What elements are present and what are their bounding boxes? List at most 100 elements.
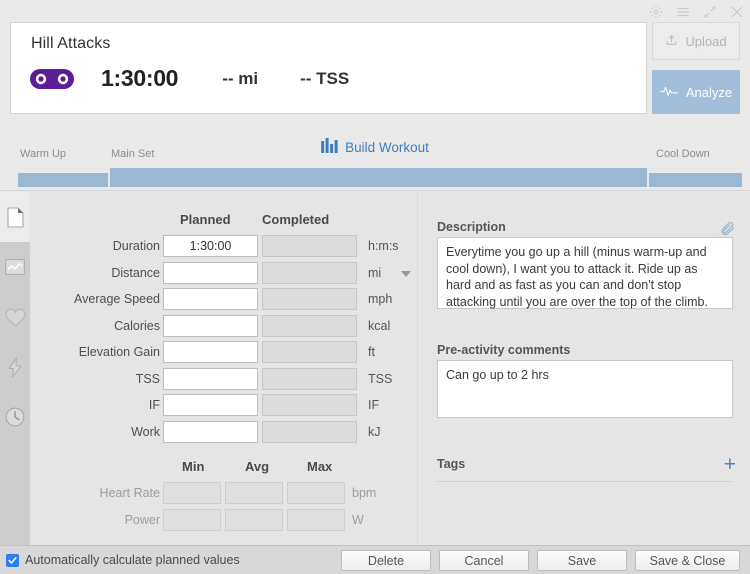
chevron-down-icon[interactable] [401, 270, 411, 277]
build-workout-button[interactable]: Build Workout [321, 138, 429, 156]
metrics-pane: Planned Completed Duration 1:30:00 h:m:s… [30, 192, 418, 545]
pre-activity-comments-textarea[interactable]: Can go up to 2 hrs [437, 360, 733, 418]
workout-stats: 1:30:00 -- mi -- TSS [29, 65, 349, 92]
planned-elevation-gain-input[interactable] [163, 341, 258, 363]
save-button[interactable]: Save [537, 550, 627, 571]
workout-structure-bar: Build Workout Warm Up Main Set Cool Down [0, 127, 750, 191]
workout-detail-window: Hill Attacks 1:30:00 -- mi -- TSS Upload… [0, 0, 750, 574]
autocalc-checkbox[interactable] [6, 554, 19, 567]
table-row: IF IF [30, 394, 418, 421]
segment-label-warmup: Warm Up [20, 148, 67, 160]
workout-summary-card: Hill Attacks 1:30:00 -- mi -- TSS [10, 22, 647, 114]
upload-label: Upload [685, 33, 727, 49]
bike-chain-icon [29, 68, 75, 90]
analyze-label: Analyze [685, 84, 733, 100]
divider [437, 481, 732, 482]
save-close-button[interactable]: Save & Close [635, 550, 740, 571]
description-textarea[interactable]: Everytime you go up a hill (minus warm-u… [437, 237, 733, 309]
metric-label: Calories [114, 318, 160, 333]
workout-header: Hill Attacks 1:30:00 -- mi -- TSS Upload… [10, 22, 740, 114]
metric-unit: kJ [368, 424, 381, 439]
metric-label: Work [131, 424, 160, 439]
build-workout-label: Build Workout [345, 139, 429, 155]
segment-bar-warmup[interactable] [18, 173, 108, 187]
column-header-min: Min [182, 459, 205, 474]
metric-unit: kcal [368, 318, 391, 333]
table-row: Work kJ [30, 420, 418, 448]
heart-rate-min-input[interactable] [163, 482, 221, 504]
metric-unit: h:m:s [368, 239, 399, 253]
completed-tss-input[interactable] [262, 367, 357, 390]
planned-distance-input[interactable] [163, 261, 258, 284]
segment-bar-cooldown[interactable] [649, 173, 742, 187]
planned-duration-input[interactable]: 1:30:00 [163, 235, 258, 257]
document-icon [6, 206, 24, 228]
planned-average-speed-input[interactable] [163, 288, 258, 310]
sidebar-item-power[interactable] [0, 342, 30, 392]
analyze-button[interactable]: Analyze [652, 70, 740, 114]
upload-button[interactable]: Upload [652, 22, 740, 60]
completed-distance-input[interactable] [262, 261, 357, 284]
metric-label: Heart Rate [99, 486, 160, 500]
segment-bar-mainset[interactable] [110, 168, 647, 187]
planned-if-input[interactable] [163, 394, 258, 416]
metric-label: Power [124, 512, 160, 527]
completed-elevation-gain-input[interactable] [262, 341, 357, 363]
column-header-completed: Completed [262, 212, 330, 227]
check-icon [8, 557, 17, 564]
tags-title: Tags [437, 457, 466, 471]
add-tag-button[interactable]: + [724, 454, 736, 475]
completed-duration-input[interactable] [262, 235, 357, 257]
completed-work-input[interactable] [262, 420, 357, 443]
tss-value: -- TSS [300, 68, 350, 88]
power-min-input[interactable] [163, 508, 221, 531]
planned-tss-input[interactable] [163, 367, 258, 390]
table-row: Calories kcal [30, 314, 418, 342]
page-title: Hill Attacks [31, 35, 111, 52]
heart-rate-avg-input[interactable] [225, 482, 283, 504]
menu-icon[interactable] [676, 5, 690, 19]
sidebar-item-graphs[interactable] [0, 242, 30, 292]
footer-bar: Automatically calculate planned values D… [0, 545, 750, 574]
column-header-max: Max [307, 459, 333, 474]
table-row: Average Speed mph [30, 288, 418, 315]
table-row: TSS TSS [30, 367, 418, 395]
gear-icon[interactable] [649, 5, 663, 19]
metric-label: Average Speed [74, 292, 160, 306]
metric-unit: ft [368, 345, 375, 359]
heart-rate-max-input[interactable] [287, 482, 345, 504]
chart-icon [5, 259, 25, 275]
cancel-button[interactable]: Cancel [439, 550, 529, 571]
sidebar-item-time[interactable] [0, 392, 30, 442]
completed-calories-input[interactable] [262, 314, 357, 337]
planned-calories-input[interactable] [163, 314, 258, 337]
expand-icon[interactable] [703, 5, 717, 19]
window-controls [649, 3, 744, 21]
table-row: Heart Rate bpm [30, 482, 418, 509]
lightning-icon [8, 356, 22, 378]
table-row: Elevation Gain ft [30, 341, 418, 368]
close-icon[interactable] [730, 5, 744, 19]
sidebar-item-summary[interactable] [0, 192, 30, 242]
segment-bars [0, 168, 750, 187]
heart-icon [4, 308, 26, 326]
metric-unit: mph [368, 292, 393, 306]
power-avg-input[interactable] [225, 508, 283, 531]
planned-work-input[interactable] [163, 420, 258, 443]
delete-button[interactable]: Delete [341, 550, 431, 571]
sidebar-item-heartrate[interactable] [0, 292, 30, 342]
table-row: Power W [30, 508, 418, 536]
details-pane: Description Everytime you go up a hill (… [419, 192, 750, 545]
completed-if-input[interactable] [262, 394, 357, 416]
power-max-input[interactable] [287, 508, 345, 531]
completed-average-speed-input[interactable] [262, 288, 357, 310]
metric-unit: IF [368, 398, 380, 412]
waveform-icon [659, 85, 680, 100]
column-header-avg: Avg [245, 459, 270, 474]
metric-unit: mi [368, 265, 382, 280]
table-row: Duration 1:30:00 h:m:s [30, 235, 418, 262]
autocalc-label: Automatically calculate planned values [25, 553, 240, 567]
description-title: Description [437, 220, 506, 234]
column-header-planned: Planned [180, 212, 231, 227]
clock-icon [5, 407, 25, 427]
